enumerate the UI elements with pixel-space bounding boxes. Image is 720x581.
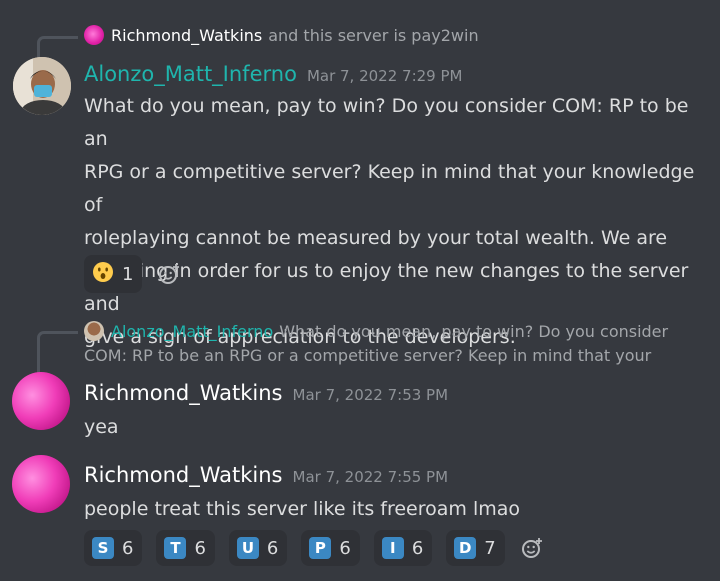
reaction-count: 7 xyxy=(484,537,496,559)
reaction-letter-u[interactable]: U 6 xyxy=(228,530,288,566)
regional-indicator-i-icon: I xyxy=(381,537,404,559)
regional-indicator-u-icon: U xyxy=(236,537,259,559)
avatar xyxy=(84,25,104,45)
reaction-letter-t[interactable]: T 6 xyxy=(156,530,215,566)
timestamp: Mar 7, 2022 7:55 PM xyxy=(292,468,449,486)
reaction-count: 6 xyxy=(194,537,206,559)
regional-indicator-d-icon: D xyxy=(454,537,477,559)
reply-text: What do you mean, pay to win? Do you con… xyxy=(279,321,669,341)
reaction-letter-d[interactable]: D 7 xyxy=(446,530,505,566)
reaction-letter-i[interactable]: I 6 xyxy=(373,530,433,566)
timestamp: Mar 7, 2022 7:29 PM xyxy=(306,67,463,85)
avatar[interactable] xyxy=(12,372,70,430)
avatar[interactable] xyxy=(13,57,71,115)
message-content: What do you mean, pay to win? Do you con… xyxy=(84,90,714,354)
timestamp: Mar 7, 2022 7:53 PM xyxy=(292,386,449,404)
add-reaction-icon[interactable] xyxy=(519,535,545,561)
add-reaction-icon[interactable] xyxy=(156,261,182,287)
reaction-count: 6 xyxy=(122,537,134,559)
message-line: RPG or a competitive server? Keep in min… xyxy=(84,161,695,216)
regional-indicator-p-icon: P xyxy=(309,537,332,559)
reaction-hushed[interactable]: 1 xyxy=(84,255,143,293)
reactions-bar: 1 xyxy=(84,255,182,293)
avatar xyxy=(84,321,104,341)
message-header: Alonzo_Matt_Inferno Mar 7, 2022 7:29 PM xyxy=(84,62,462,86)
reaction-count: 1 xyxy=(122,263,134,285)
message-content: yea xyxy=(84,411,119,444)
reaction-letter-s[interactable]: S 6 xyxy=(84,530,143,566)
message-header: Richmond_Watkins Mar 7, 2022 7:55 PM xyxy=(84,463,448,487)
reply-text: and this server is pay2win xyxy=(268,25,479,45)
username[interactable]: Richmond_Watkins xyxy=(84,381,283,405)
reactions-bar: S 6 T 6 U 6 P 6 I 6 D 7 xyxy=(84,530,545,566)
reply-text: COM: RP to be an RPG or a competitive se… xyxy=(84,346,652,365)
message-header: Richmond_Watkins Mar 7, 2022 7:53 PM xyxy=(84,381,448,405)
hushed-face-emoji xyxy=(92,261,114,287)
message-content: people treat this server like its freero… xyxy=(84,493,520,526)
message-line: yea xyxy=(84,416,119,438)
reaction-count: 6 xyxy=(339,537,351,559)
reply-connector xyxy=(37,331,78,374)
reaction-letter-p[interactable]: P 6 xyxy=(301,530,360,566)
reply-preview-continuation: COM: RP to be an RPG or a competitive se… xyxy=(84,346,651,365)
reply-author[interactable]: Alonzo_Matt_Inferno xyxy=(111,322,273,341)
reaction-count: 6 xyxy=(411,537,424,559)
regional-indicator-s-icon: S xyxy=(92,537,114,559)
username[interactable]: Richmond_Watkins xyxy=(84,463,283,487)
message-line: roleplaying cannot be measured by your t… xyxy=(84,227,668,249)
reaction-count: 6 xyxy=(266,537,279,559)
avatar[interactable] xyxy=(12,455,70,513)
message-line: people treat this server like its freero… xyxy=(84,498,521,520)
reply-preview[interactable]: Alonzo_Matt_Inferno What do you mean, pa… xyxy=(84,321,668,341)
regional-indicator-t-icon: T xyxy=(164,537,187,559)
reply-preview[interactable]: Richmond_Watkins and this server is pay2… xyxy=(84,25,479,45)
username[interactable]: Alonzo_Matt_Inferno xyxy=(84,62,297,86)
message-line: What do you mean, pay to win? Do you con… xyxy=(84,95,689,150)
reply-author[interactable]: Richmond_Watkins xyxy=(111,26,262,45)
